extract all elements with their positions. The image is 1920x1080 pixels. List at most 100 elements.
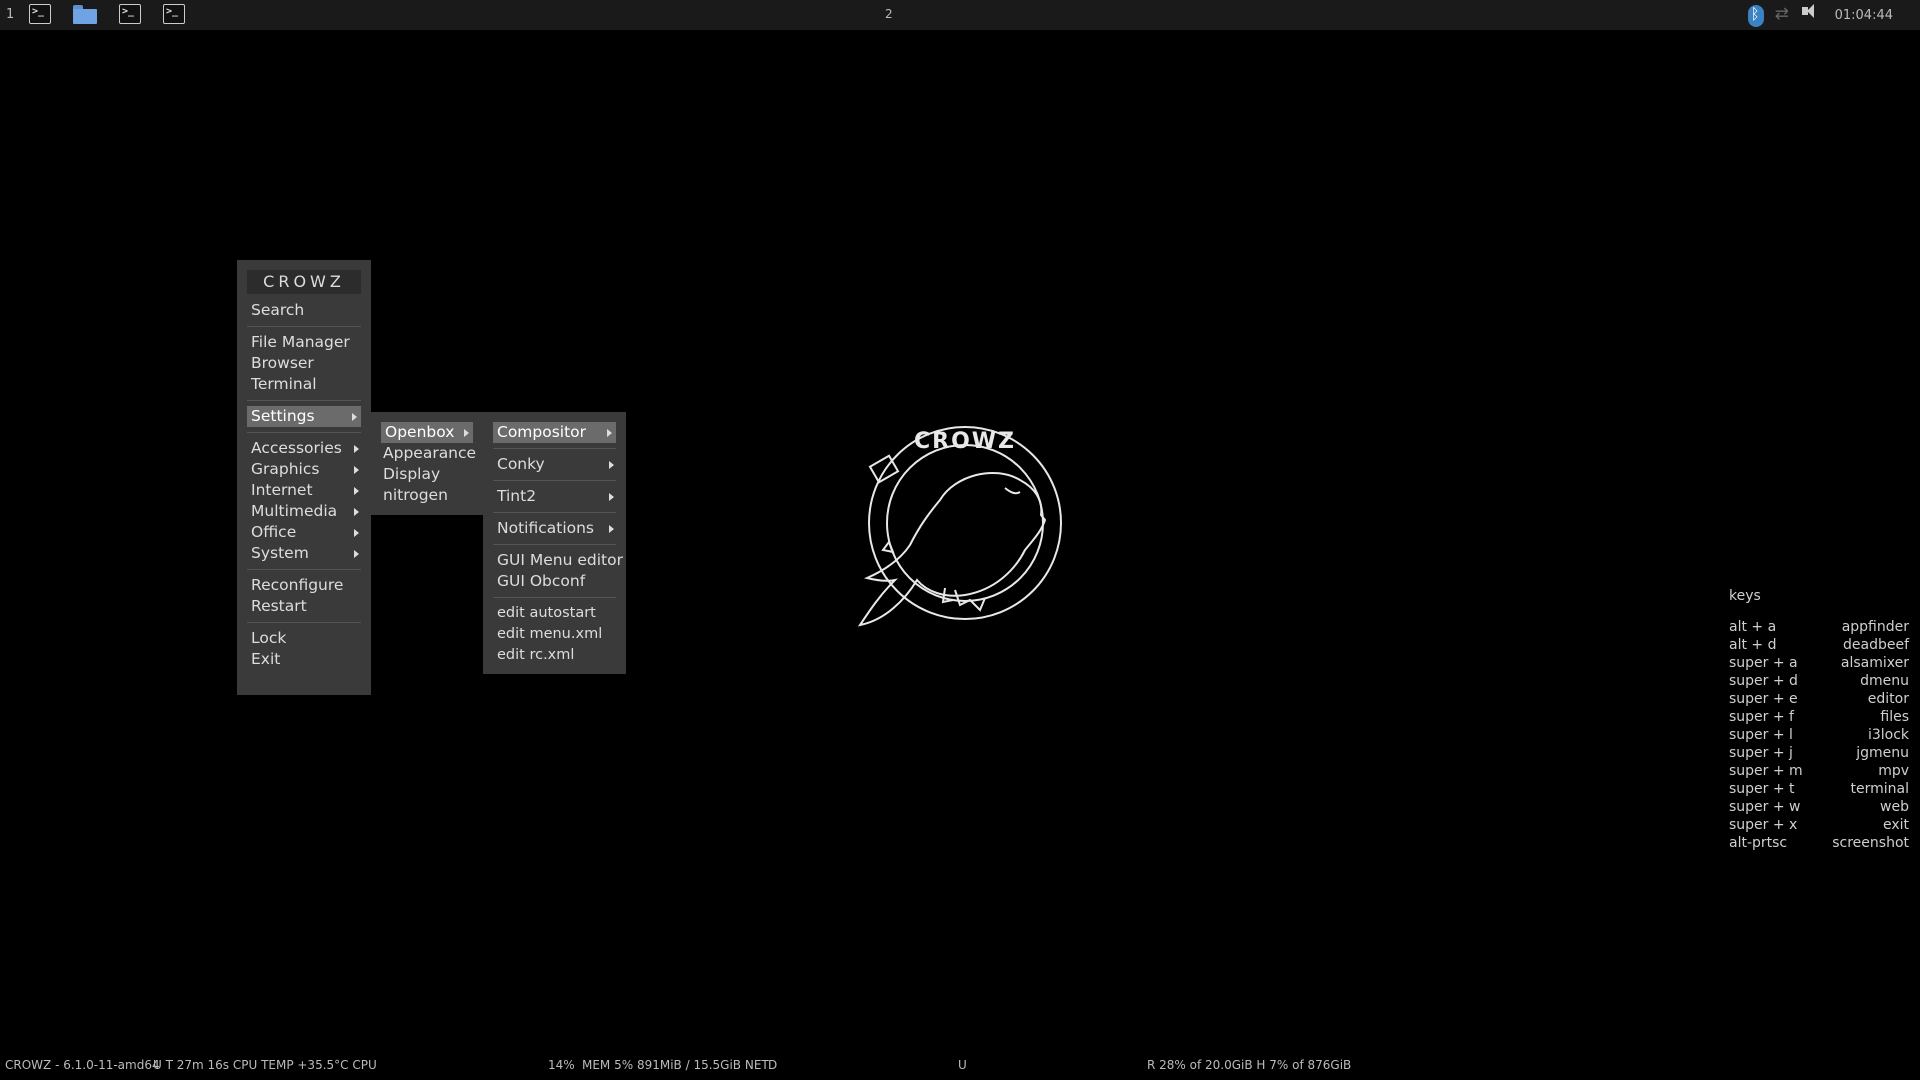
menu-item-nitrogen[interactable]: nitrogen [371, 485, 483, 506]
keybinding-key: alt + d [1729, 637, 1777, 653]
menu-separator [247, 326, 361, 327]
menu-title: CROWZ [247, 270, 361, 294]
keybinding-key: super + j [1729, 745, 1793, 761]
menu-separator [247, 569, 361, 570]
menu-separator [493, 480, 616, 481]
keybinding-action: web [1880, 799, 1909, 815]
menu-separator [493, 448, 616, 449]
bluetooth-icon[interactable] [1747, 5, 1766, 27]
workspace-indicator-1[interactable]: 1 [6, 7, 14, 22]
clock[interactable]: 01:04:44 [1835, 8, 1893, 23]
system-tray: 01:04:44 [1747, 0, 1920, 30]
keybinding-row: super + f files [1729, 708, 1909, 726]
keybinding-row: super + l i3lock [1729, 726, 1909, 744]
keybinding-row: super + d dmenu [1729, 672, 1909, 690]
folder-icon[interactable] [73, 4, 97, 24]
menu-item-multimedia[interactable]: Multimedia [237, 501, 371, 522]
menu-separator [493, 597, 616, 598]
menu-item-edit-autostart[interactable]: edit autostart [483, 603, 626, 624]
menu-item-notifications[interactable]: Notifications [483, 518, 626, 539]
status-net-up: U [958, 1058, 967, 1072]
crowz-logo: CROWZ [857, 426, 1062, 627]
menu-separator [493, 512, 616, 513]
menu-item-graphics[interactable]: Graphics [237, 459, 371, 480]
status-disk: R 28% of 20.0GiB H 7% of 876GiB [1147, 1058, 1352, 1072]
keybinding-action: alsamixer [1840, 655, 1909, 671]
keys-title: keys [1729, 588, 1761, 604]
terminal-icon[interactable] [163, 4, 185, 24]
main-menu: CROWZ Search File Manager Browser Termin… [237, 260, 371, 695]
menu-item-file-manager[interactable]: File Manager [237, 332, 371, 353]
keybinding-action: mpv [1878, 763, 1909, 779]
menu-separator [247, 400, 361, 401]
keybinding-key: super + a [1729, 655, 1798, 671]
status-uptime: U T 27m 16s CPU TEMP +35.5°C CPU [153, 1058, 377, 1072]
keybinding-key: super + m [1729, 763, 1803, 779]
keybinding-key: super + d [1729, 673, 1798, 689]
menu-item-lock[interactable]: Lock [237, 628, 371, 649]
keybinding-key: super + e [1729, 691, 1798, 707]
keybinding-row: super + w web [1729, 798, 1909, 816]
menu-item-exit[interactable]: Exit [237, 649, 371, 670]
menu-item-gui-obconf[interactable]: GUI Obconf [483, 571, 626, 592]
menu-item-tint2[interactable]: Tint2 [483, 486, 626, 507]
menu-item-search[interactable]: Search [237, 300, 371, 321]
keybindings-panel: keys alt + a appfinder alt + d deadbeef supe… [1729, 588, 1909, 852]
status-net-down: D [768, 1058, 778, 1072]
keybinding-action: exit [1882, 817, 1909, 833]
keybinding-key: super + w [1729, 799, 1801, 815]
menu-item-appearance[interactable]: Appearance [371, 443, 483, 464]
keybinding-row: super + t terminal [1729, 780, 1909, 798]
volume-icon[interactable] [1801, 4, 1820, 25]
network-icon[interactable] [1775, 4, 1793, 25]
settings-submenu: Openbox Appearance Display nitrogen [371, 412, 483, 515]
keybinding-row: super + e editor [1729, 690, 1909, 708]
menu-separator [493, 544, 616, 545]
keybinding-row: super + j jgmenu [1729, 744, 1909, 762]
menu-separator [247, 432, 361, 433]
openbox-submenu: Compositor Conky Tint2 Notifications GUI… [483, 412, 626, 674]
keybinding-key: super + t [1729, 781, 1795, 797]
keybinding-row: super + x exit [1729, 816, 1909, 834]
menu-item-terminal[interactable]: Terminal [237, 374, 371, 395]
menu-item-reconfigure[interactable]: Reconfigure [237, 575, 371, 596]
keybinding-action: jgmenu [1856, 745, 1909, 761]
menu-item-display[interactable]: Display [371, 464, 483, 485]
keybinding-key: alt-prtsc [1729, 835, 1788, 851]
keybinding-row: alt + a appfinder [1729, 618, 1909, 636]
keybinding-action: deadbeef [1842, 637, 1909, 653]
menu-item-office[interactable]: Office [237, 522, 371, 543]
keybinding-row: super + a alsamixer [1729, 654, 1909, 672]
status-system: CROWZ - 6.1.0-11-amd64 [5, 1058, 160, 1072]
logo-text: CROWZ [914, 429, 1016, 454]
menu-item-compositor[interactable]: Compositor [493, 422, 616, 443]
menu-item-openbox[interactable]: Openbox [381, 422, 473, 443]
menu-item-internet[interactable]: Internet [237, 480, 371, 501]
keybinding-key: super + x [1729, 817, 1798, 833]
menu-item-edit-menu-xml[interactable]: edit menu.xml [483, 624, 626, 645]
menu-item-edit-rc-xml[interactable]: edit rc.xml [483, 645, 626, 666]
keybindings-list: alt + a appfinder alt + d deadbeef super + a… [1729, 618, 1909, 852]
menu-item-settings[interactable]: Settings [247, 406, 361, 427]
keybinding-action: i3lock [1867, 727, 1909, 743]
workspace-indicator-2[interactable]: 2 [885, 7, 893, 21]
menu-item-restart[interactable]: Restart [237, 596, 371, 617]
terminal-icon[interactable] [119, 4, 141, 24]
status-mem: MEM 5% 891MiB / 15.5GiB NET [582, 1058, 769, 1072]
menu-item-gui-menu-editor[interactable]: GUI Menu editor [483, 550, 626, 571]
keybinding-key: super + f [1729, 709, 1794, 725]
keybinding-row: alt-prtsc screenshot [1729, 834, 1909, 852]
menu-item-conky[interactable]: Conky [483, 454, 626, 475]
keybinding-action: screenshot [1832, 835, 1909, 851]
menu-item-system[interactable]: System [237, 543, 371, 564]
keybinding-action: terminal [1850, 781, 1909, 797]
terminal-icon[interactable] [29, 4, 51, 24]
keybinding-row: super + m mpv [1729, 762, 1909, 780]
keybinding-action: files [1880, 709, 1909, 725]
menu-item-accessories[interactable]: Accessories [237, 438, 371, 459]
keybinding-key: super + l [1729, 727, 1793, 743]
taskbar [29, 4, 185, 24]
menu-item-browser[interactable]: Browser [237, 353, 371, 374]
keybinding-action: appfinder [1841, 619, 1909, 635]
keybinding-action: editor [1867, 691, 1909, 707]
